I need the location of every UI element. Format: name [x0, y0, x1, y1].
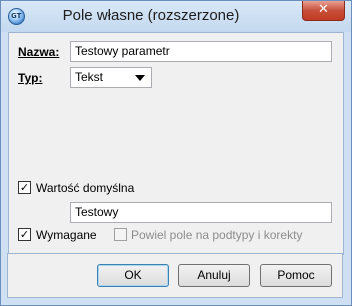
- name-input[interactable]: Testowy parametr: [70, 41, 332, 62]
- type-select-value: Tekst: [75, 70, 104, 84]
- button-bar: OK Anuluj Pomoc: [7, 254, 343, 298]
- ok-button[interactable]: OK: [97, 264, 169, 287]
- repeat-subtypes-label: Powiel pole na podtypy i korekty: [131, 228, 303, 242]
- close-icon: ✕: [318, 2, 329, 17]
- name-label: Nazwa:: [18, 45, 59, 59]
- close-button[interactable]: ✕: [302, 1, 345, 21]
- default-value-input[interactable]: Testowy: [70, 202, 332, 223]
- checkmark-icon: ✓: [19, 181, 30, 194]
- title-bar[interactable]: GT Pole własne (rozszerzone) ✕: [1, 1, 351, 32]
- repeat-subtypes-checkbox[interactable]: [114, 228, 127, 241]
- required-label: Wymagane: [36, 228, 97, 242]
- cancel-button[interactable]: Anuluj: [178, 264, 250, 287]
- required-checkbox[interactable]: ✓: [18, 228, 31, 241]
- default-value-checkbox[interactable]: ✓: [18, 181, 31, 194]
- help-button[interactable]: Pomoc: [260, 264, 332, 287]
- checkmark-icon: ✓: [19, 228, 30, 241]
- type-label-text: Typ:: [18, 71, 43, 85]
- name-label-text: Nazwa:: [18, 45, 60, 59]
- default-value-label: Wartość domyślna: [36, 181, 135, 195]
- window-title: Pole własne (rozszerzone): [62, 7, 240, 24]
- type-select[interactable]: Tekst: [70, 67, 152, 88]
- chevron-down-icon: [135, 75, 145, 81]
- type-label: Typ:: [18, 71, 42, 85]
